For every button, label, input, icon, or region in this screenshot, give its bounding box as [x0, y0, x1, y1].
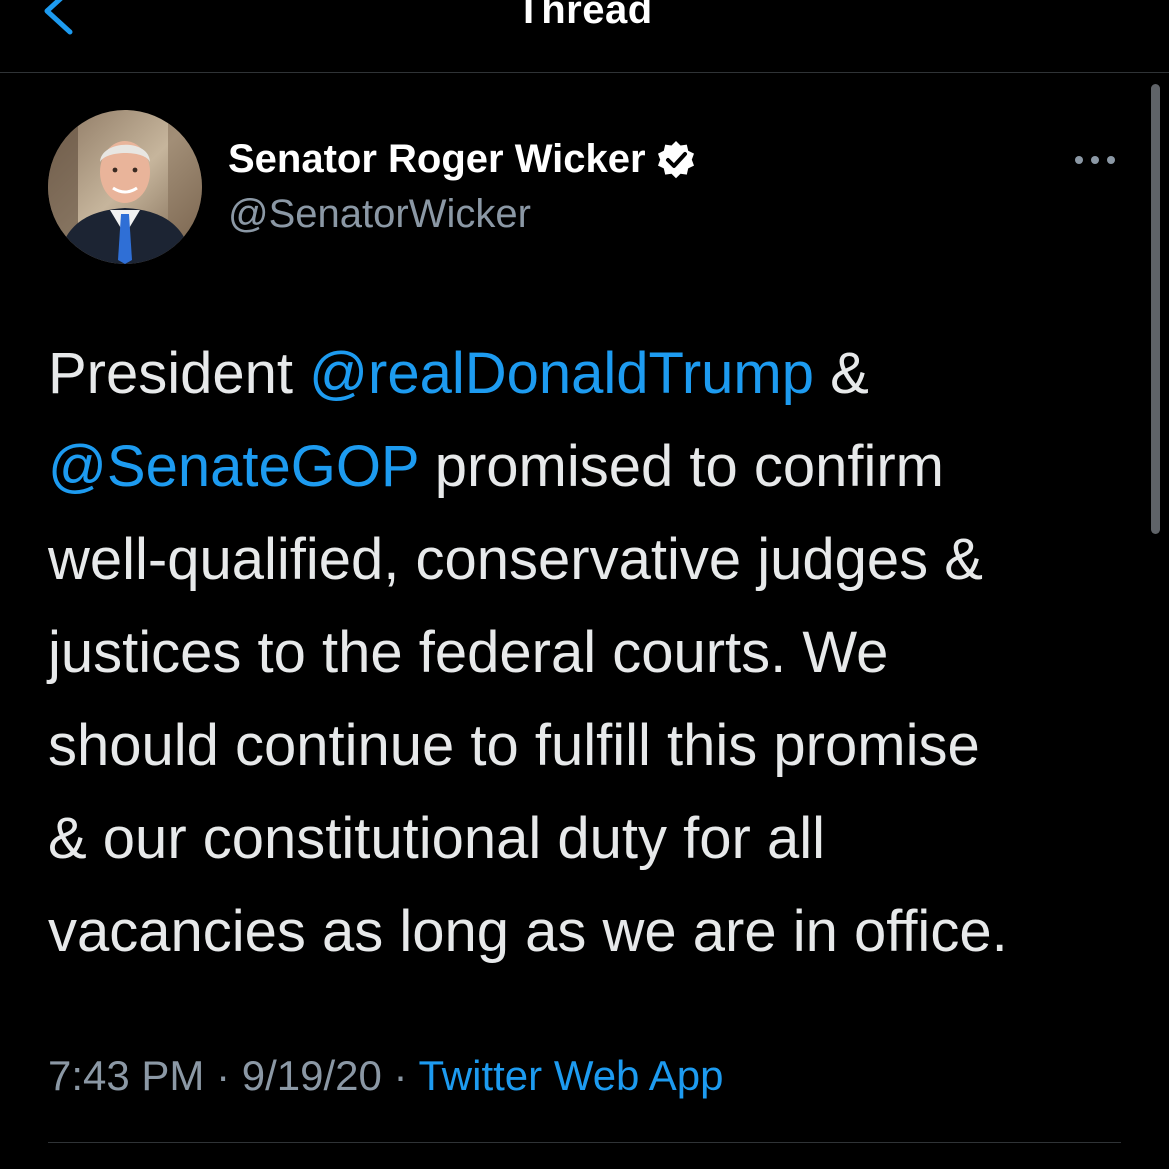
tweet-text-line: well-qualified, conservative judges & [48, 513, 1108, 606]
tweet-text-segment: should continue to fulfill this promise [48, 713, 980, 778]
tweet-meta: 7:43 PM · 9/19/20 · Twitter Web App [48, 1052, 724, 1100]
tweet-text-segment: President [48, 341, 310, 406]
top-bar: Thread [0, 0, 1169, 73]
avatar[interactable] [48, 110, 202, 264]
tweet-source-link[interactable]: Twitter Web App [418, 1052, 723, 1099]
author-display-name[interactable]: Senator Roger Wicker [228, 137, 646, 182]
meta-separator: · [204, 1052, 242, 1099]
tweet-text-line: & our constitutional duty for all [48, 792, 1108, 885]
profile-photo-icon [48, 110, 202, 264]
tweet-text-line: should continue to fulfill this promise [48, 699, 1108, 792]
verified-badge-icon [656, 140, 696, 180]
tweet-date: 9/19/20 [241, 1052, 382, 1099]
tweet-text-segment: promised to confirm [418, 434, 944, 499]
tweet-text-segment: well-qualified, conservative judges & [48, 527, 983, 592]
page-title: Thread [516, 0, 653, 32]
more-options-button[interactable] [1071, 146, 1119, 174]
mention-link[interactable]: @SenateGOP [48, 434, 419, 499]
tweet-text-segment: vacancies as long as we are in office. [48, 899, 1008, 964]
tweet-text-segment: justices to the federal courts. We [48, 620, 889, 685]
tweet-text-line: justices to the federal courts. We [48, 606, 1108, 699]
author-handle[interactable]: @SenatorWicker [228, 192, 531, 237]
author-name-row[interactable]: Senator Roger Wicker [228, 137, 696, 182]
tweet-text: President @realDonaldTrump & @SenateGOP … [48, 327, 1108, 978]
mention-link[interactable]: @realDonaldTrump [309, 341, 814, 406]
scrollbar[interactable] [1151, 84, 1160, 534]
meta-separator: · [381, 1052, 419, 1099]
tweet-text-line: President @realDonaldTrump & [48, 327, 1108, 420]
tweet-time: 7:43 PM [48, 1052, 205, 1099]
divider [48, 1142, 1121, 1143]
tweet-text-line: @SenateGOP promised to confirm [48, 420, 1108, 513]
more-horizontal-icon [1075, 156, 1115, 164]
tweet-text-segment: & [813, 341, 869, 406]
tweet-text-line: vacancies as long as we are in office. [48, 885, 1108, 978]
tweet-text-segment: & our constitutional duty for all [48, 806, 825, 871]
